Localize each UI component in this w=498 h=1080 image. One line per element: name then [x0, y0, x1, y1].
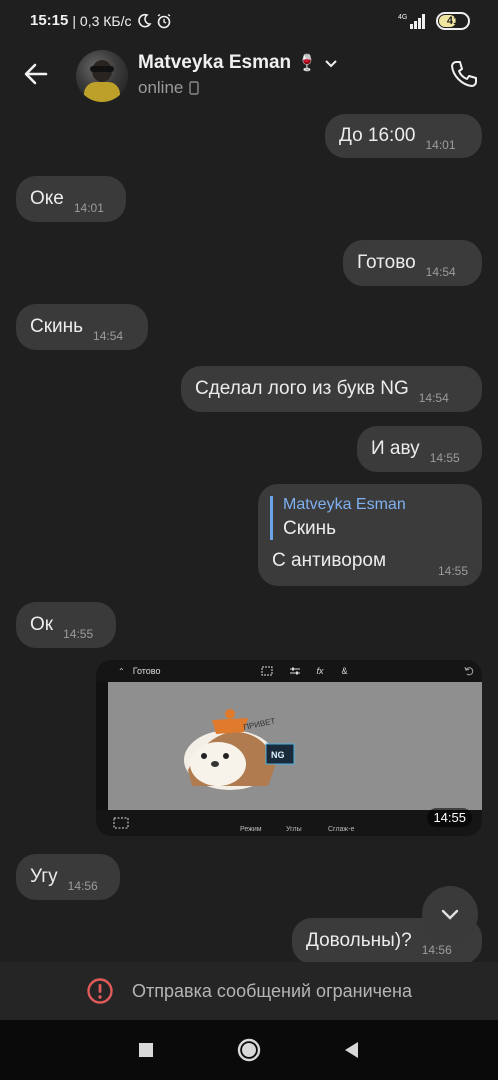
ampersand-icon: &	[341, 666, 348, 676]
message-text: Угу	[30, 866, 58, 887]
reply-message-bubble[interactable]: Matveyka Esman Скинь С антивором 14:55	[258, 484, 482, 586]
reply-quote[interactable]: Matveyka Esman Скинь	[270, 496, 406, 540]
message-text: Оке	[30, 188, 64, 209]
phone-icon[interactable]	[448, 58, 480, 90]
arrow-left-icon[interactable]	[20, 58, 52, 90]
message-time: 14:54	[418, 391, 449, 405]
sending-restricted-bar: Отправка сообщений ограничена	[0, 962, 498, 1020]
image-top-label: Готово	[132, 666, 161, 676]
message-text: Сделал лого из букв NG	[195, 378, 409, 399]
contact-name-row[interactable]: Matveyka Esman 🍷	[138, 52, 339, 74]
back-triangle-icon[interactable]	[338, 1036, 366, 1064]
message-bubble-in[interactable]: Оке 14:01	[16, 176, 126, 222]
status-right: 4G 41	[398, 12, 470, 30]
message-bubble-out[interactable]: Готово 14:54	[343, 240, 482, 286]
message-bubble-in[interactable]: Угу 14:56	[16, 854, 120, 900]
bottom-label-mode: Режим	[240, 826, 262, 833]
message-time: 14:55	[63, 627, 94, 641]
message-text: До 16:00	[339, 125, 416, 146]
alert-circle-icon	[87, 978, 113, 1004]
message-bubble-out[interactable]: До 16:00 14:01	[325, 114, 482, 158]
hedgehog-sticker: ПРИВЕТ NG	[184, 709, 295, 790]
message-time: 14:55	[427, 808, 472, 827]
message-time: 14:55	[437, 564, 468, 578]
moon-icon	[137, 13, 152, 27]
chevron-down-icon[interactable]	[323, 55, 339, 71]
contact-status: online	[138, 78, 200, 98]
message-text: Ок	[30, 614, 54, 635]
logo-text: NG	[271, 750, 285, 760]
avatar[interactable]	[76, 50, 128, 102]
contact-name: Matveyka Esman	[138, 52, 292, 73]
image-message[interactable]: ⌃ Готово fx & ПРИВЕТ NG Режим Углы Сглаж…	[96, 660, 482, 836]
selection-icon	[261, 666, 272, 676]
wine-emoji: 🍷	[297, 55, 318, 72]
system-navigation-bar	[0, 1020, 498, 1080]
fx-icon: fx	[316, 666, 324, 676]
alarm-icon	[157, 13, 170, 28]
recent-apps-icon[interactable]	[132, 1036, 160, 1064]
image-canvas: ПРИВЕТ NG	[108, 682, 482, 810]
status-bar: 15:15 | 0,3 КБ/с 4G 41	[0, 0, 498, 44]
bottom-label-smooth: Сглаж-е	[328, 826, 355, 833]
network-speed: | 0,3 КБ/с	[72, 12, 132, 29]
battery-indicator: 41	[436, 12, 470, 30]
undo-icon	[464, 666, 473, 676]
battery-level: 41	[446, 15, 460, 27]
message-time: 14:54	[93, 329, 124, 343]
chat-header: Matveyka Esman 🍷 online	[0, 44, 498, 110]
signal-icon: 4G	[398, 14, 425, 29]
select-icon	[113, 817, 129, 829]
message-bubble-out[interactable]: И аву 14:55	[357, 426, 482, 472]
message-text: С антивором	[272, 550, 387, 571]
status-time: 15:15	[30, 12, 69, 29]
restricted-text: Отправка сообщений ограничена	[132, 980, 412, 1001]
message-time: 14:55	[429, 451, 460, 465]
message-time: 14:56	[421, 943, 452, 957]
bottom-label-corners: Углы	[286, 826, 302, 833]
status-left: 15:15 | 0,3 КБ/с	[30, 12, 172, 29]
image-editor-bottom-bar: Режим Углы Сглаж-е	[96, 810, 482, 836]
chevron-down-icon	[441, 909, 459, 920]
message-time: 14:01	[425, 138, 456, 152]
message-time: 14:01	[73, 201, 104, 215]
message-time: 14:54	[425, 265, 456, 279]
image-editor-toolbar: ⌃ Готово fx &	[96, 660, 482, 682]
message-text: Довольны)?	[306, 930, 412, 951]
reply-author: Matveyka Esman	[283, 496, 406, 513]
online-status: online	[138, 78, 184, 97]
sliders-icon	[289, 667, 300, 675]
message-bubble-out[interactable]: Сделал лого из букв NG 14:54	[181, 366, 482, 412]
message-bubble-in[interactable]: Скинь 14:54	[16, 304, 148, 350]
signal-label: 4G	[398, 14, 407, 21]
mobile-device-icon	[189, 81, 200, 95]
message-text: Скинь	[30, 316, 84, 337]
message-time: 14:56	[67, 879, 98, 893]
scroll-down-button[interactable]	[422, 886, 478, 942]
home-icon[interactable]	[235, 1036, 263, 1064]
reply-quoted-text: Скинь	[283, 518, 337, 539]
message-text: И аву	[371, 438, 420, 459]
message-text: Готово	[357, 252, 416, 273]
message-bubble-in[interactable]: Ок 14:55	[16, 602, 116, 648]
